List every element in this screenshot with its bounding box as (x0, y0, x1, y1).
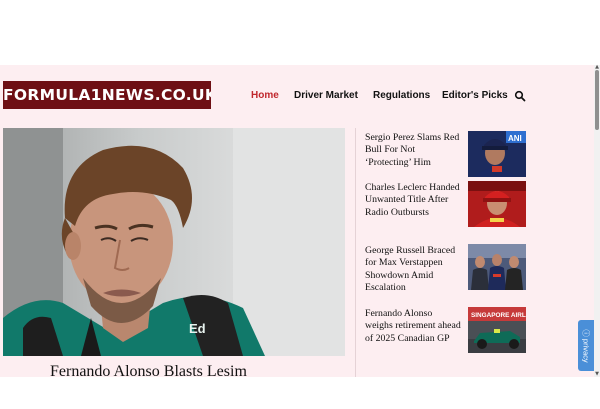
scroll-down-arrow-icon[interactable]: ▼ (594, 372, 600, 377)
nav-item-home[interactable]: Home (251, 88, 279, 104)
column-divider (355, 128, 356, 377)
search-icon[interactable] (514, 90, 526, 102)
hero-image[interactable]: Ed (3, 128, 345, 356)
article-title[interactable]: George Russell Braced for Max Verstappen… (365, 245, 461, 295)
nav-item-editors-picks[interactable]: Editor's Picks (442, 88, 508, 104)
article-item[interactable]: Charles Leclerc Handed Unwanted Title Af… (365, 181, 590, 240)
article-thumbnail[interactable]: SINGAPORE AIRL (468, 307, 526, 353)
nav-item-regulations[interactable]: Regulations (373, 88, 430, 104)
svg-text:Ed: Ed (189, 321, 206, 336)
article-thumbnail[interactable] (468, 181, 526, 227)
page-scrollbar[interactable]: ▲ ▼ (594, 65, 600, 377)
scroll-thumb[interactable] (595, 70, 599, 130)
article-item[interactable]: George Russell Braced for Max Verstappen… (365, 244, 590, 303)
article-title[interactable]: Fernando Alonso weighs retirement ahead … (365, 308, 461, 345)
privacy-label: ⓘ privacy (581, 328, 591, 363)
article-item[interactable]: Fernando Alonso weighs retirement ahead … (365, 307, 590, 366)
svg-text:ANI: ANI (508, 134, 522, 143)
main-nav: Home Driver Market Regulations Editor's … (0, 88, 594, 104)
thumbnail-banner-text: SINGAPORE AIRL (471, 312, 526, 319)
page-viewport: FORMULA1NEWS.CO.UK Home Driver Market Re… (0, 65, 594, 377)
article-title[interactable]: Charles Leclerc Handed Unwanted Title Af… (365, 182, 461, 219)
article-thumbnail[interactable] (468, 244, 526, 290)
article-title[interactable]: Sergio Perez Slams Red Bull For Not ‘Pro… (365, 132, 461, 169)
hero-headline[interactable]: Fernando Alonso Blasts Lesim (50, 363, 247, 377)
nav-item-driver-market[interactable]: Driver Market (294, 88, 358, 104)
privacy-tab[interactable]: ⓘ privacy (578, 320, 594, 371)
article-thumbnail[interactable]: ANI (468, 131, 526, 177)
